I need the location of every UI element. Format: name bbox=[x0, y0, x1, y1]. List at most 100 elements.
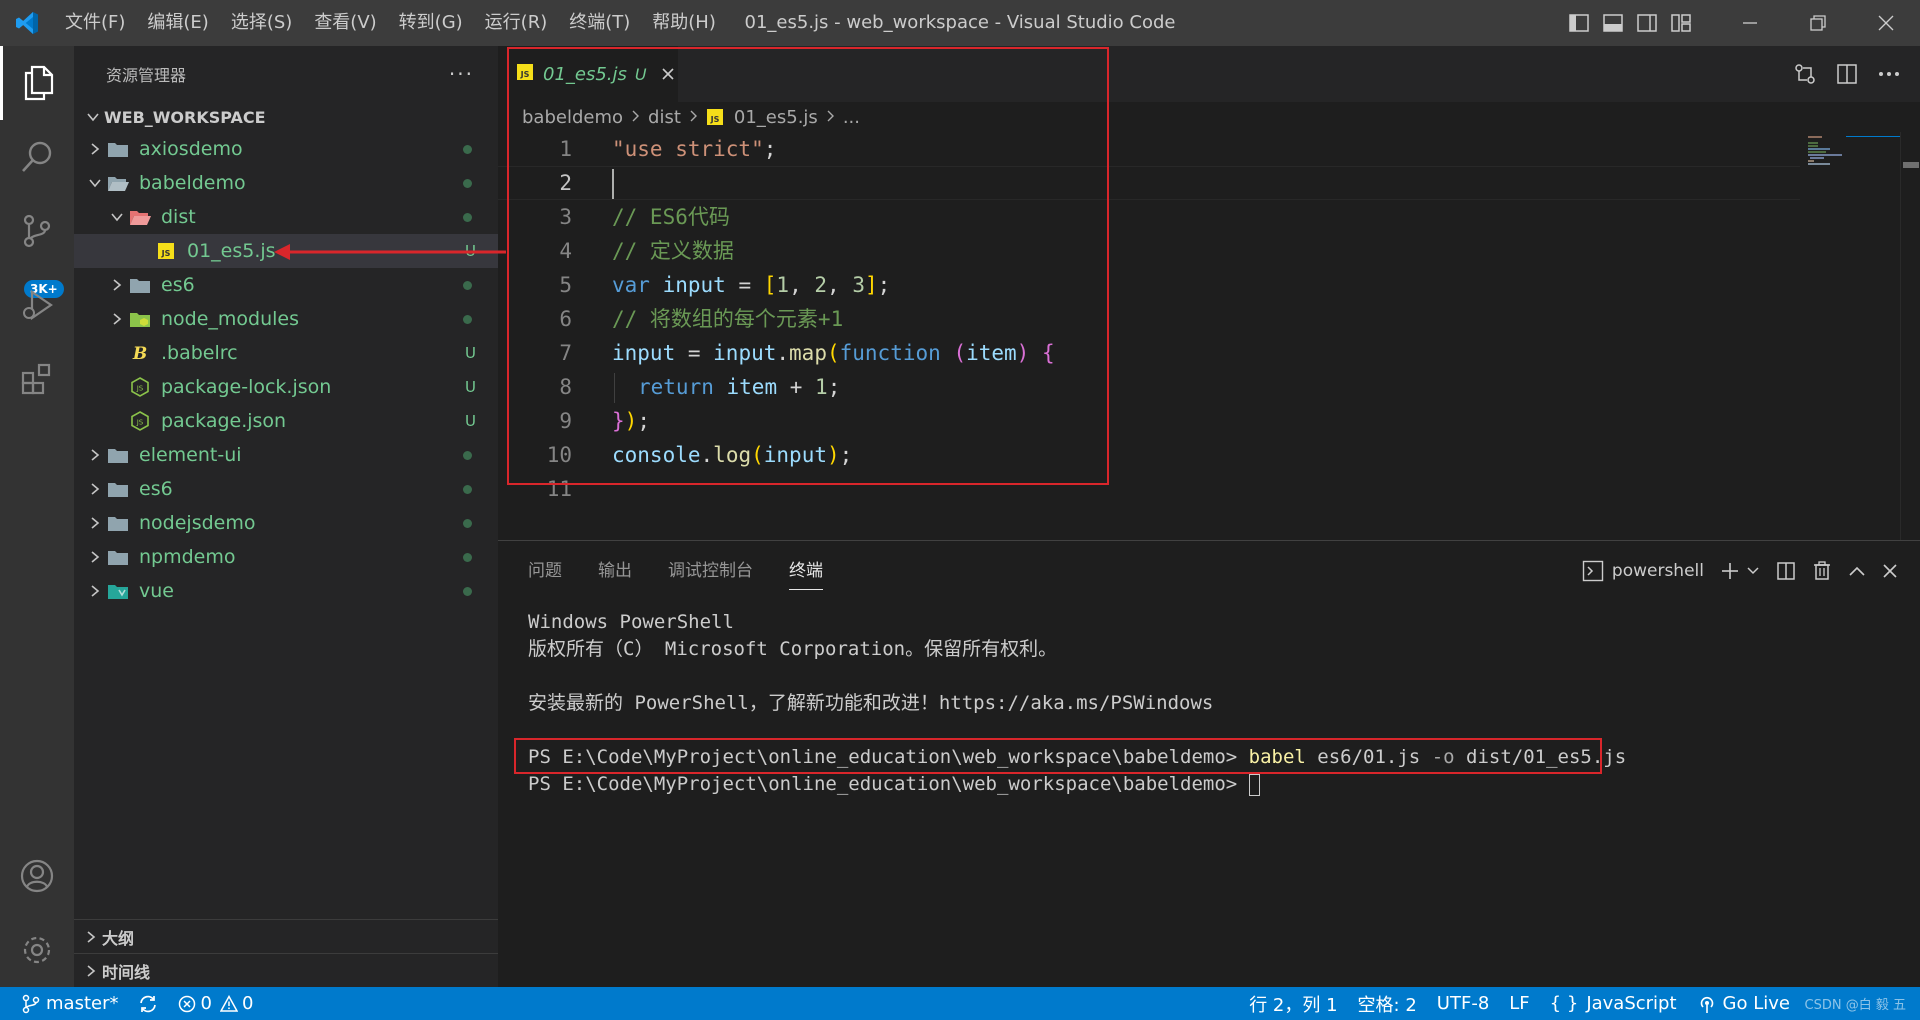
menu-bar: 文件(F) 编辑(E) 选择(S) 查看(V) 转到(G) 运行(R) 终端(T… bbox=[54, 0, 727, 46]
split-editor-button[interactable] bbox=[1830, 58, 1864, 90]
code-token: [ bbox=[763, 273, 777, 297]
tree-item-babeldemo[interactable]: babeldemo bbox=[74, 166, 498, 200]
tree-item-package-json[interactable]: JS package.json U bbox=[74, 404, 498, 438]
tree-item-npmdemo[interactable]: npmdemo bbox=[74, 540, 498, 574]
more-actions-button[interactable]: ··· bbox=[449, 62, 474, 86]
code-token: ( bbox=[953, 341, 967, 365]
terminal-selector[interactable]: powershell bbox=[1574, 541, 1712, 601]
code-token: input bbox=[763, 443, 827, 467]
code-token: . bbox=[700, 443, 714, 467]
sync-icon bbox=[140, 995, 157, 1012]
minimap[interactable] bbox=[1800, 132, 1900, 540]
outline-section[interactable]: 大纲 bbox=[74, 919, 498, 953]
tree-item-nodejsdemo[interactable]: nodejsdemo bbox=[74, 506, 498, 540]
cursor-position[interactable]: 行 2，列 1 bbox=[1239, 987, 1347, 1020]
svg-text:JS: JS bbox=[136, 385, 144, 393]
editor-tab-bar: JS 01_es5.js U bbox=[498, 46, 1920, 102]
tab-terminal[interactable]: 终端 bbox=[789, 552, 823, 590]
open-changes-button[interactable] bbox=[1788, 58, 1822, 90]
indentation[interactable]: 空格: 2 bbox=[1348, 987, 1427, 1020]
timeline-section[interactable]: 时间线 bbox=[74, 953, 498, 987]
menu-help[interactable]: 帮助(H) bbox=[641, 0, 727, 46]
manage-activity[interactable] bbox=[0, 913, 74, 987]
menu-go[interactable]: 转到(G) bbox=[388, 0, 474, 46]
compare-changes-icon bbox=[1795, 64, 1815, 84]
customize-layout-button[interactable] bbox=[1664, 0, 1698, 46]
tree-item-es6-root[interactable]: es6 bbox=[74, 472, 498, 506]
code-token: { bbox=[1041, 341, 1055, 365]
menu-terminal[interactable]: 终端(T) bbox=[558, 0, 641, 46]
menu-run[interactable]: 运行(R) bbox=[474, 0, 559, 46]
close-panel-button[interactable] bbox=[1874, 541, 1906, 601]
maximize-panel-button[interactable] bbox=[1840, 541, 1874, 601]
source-control-activity[interactable] bbox=[0, 194, 74, 268]
minimize-button[interactable] bbox=[1716, 0, 1784, 46]
editor-more-actions-button[interactable] bbox=[1872, 58, 1906, 90]
menu-selection[interactable]: 选择(S) bbox=[220, 0, 303, 46]
editor-tab-01-es5-js[interactable]: JS 01_es5.js U bbox=[498, 46, 678, 102]
tree-item-element-ui[interactable]: element-ui bbox=[74, 438, 498, 472]
tab-debug-console[interactable]: 调试控制台 bbox=[668, 541, 753, 601]
menu-file[interactable]: 文件(F) bbox=[54, 0, 136, 46]
tree-item-axiosdemo[interactable]: axiosdemo bbox=[74, 132, 498, 166]
chevron-down-icon bbox=[84, 177, 106, 189]
code-token: , bbox=[789, 273, 815, 297]
tree-item-babelrc[interactable]: B .babelrc U bbox=[74, 336, 498, 370]
code-token: ; bbox=[827, 375, 841, 399]
run-debug-activity[interactable] bbox=[0, 268, 74, 342]
encoding[interactable]: UTF-8 bbox=[1427, 987, 1499, 1020]
tab-problems[interactable]: 问题 bbox=[528, 541, 562, 601]
end-of-line[interactable]: LF bbox=[1499, 987, 1539, 1020]
tree-item-label: element-ui bbox=[139, 444, 242, 466]
tree-item-node-modules[interactable]: node_modules bbox=[74, 302, 498, 336]
editor-scrollbar[interactable] bbox=[1900, 132, 1920, 540]
close-window-button[interactable] bbox=[1852, 0, 1920, 46]
js-file-icon: JS bbox=[154, 240, 178, 262]
extensions-activity[interactable] bbox=[0, 342, 74, 416]
panel-actions: powershell bbox=[1574, 541, 1906, 601]
tree-item-vue[interactable]: vue bbox=[74, 574, 498, 608]
chevron-right-icon bbox=[84, 516, 106, 530]
breadcrumb-item[interactable]: dist bbox=[648, 107, 681, 128]
kill-terminal-button[interactable] bbox=[1804, 541, 1840, 601]
workspace-header[interactable]: WEB_WORKSPACE bbox=[74, 102, 498, 132]
tree-item-es6[interactable]: es6 bbox=[74, 268, 498, 302]
terminal-prompt: PS E:\Code\MyProject\online_education\we… bbox=[528, 746, 1249, 768]
tree-item-label: es6 bbox=[139, 478, 173, 500]
code-line: 8 return item + 1; bbox=[498, 370, 1800, 404]
branch-name: master* bbox=[46, 993, 119, 1014]
tree-item-dist[interactable]: dist bbox=[74, 200, 498, 234]
breadcrumb-item[interactable]: ... bbox=[843, 107, 860, 128]
git-status-dot bbox=[463, 280, 472, 290]
breadcrumb-item[interactable]: 01_es5.js bbox=[734, 107, 818, 128]
code-line: 1 "use strict"; bbox=[498, 132, 1800, 166]
branch-status[interactable]: master* bbox=[0, 987, 128, 1020]
tree-item-label: package-lock.json bbox=[161, 376, 332, 398]
toggle-secondary-sidebar-button[interactable] bbox=[1630, 0, 1664, 46]
code-token: ] bbox=[864, 273, 878, 297]
git-status-dot bbox=[463, 484, 472, 494]
problems-status[interactable]: 0 0 bbox=[168, 987, 263, 1020]
sync-button[interactable] bbox=[128, 987, 168, 1020]
search-activity[interactable] bbox=[0, 120, 74, 194]
terminal-output[interactable]: Windows PowerShell 版权所有（C） Microsoft Cor… bbox=[528, 609, 1626, 798]
tab-output[interactable]: 输出 bbox=[598, 541, 632, 601]
code-editor[interactable]: 1 "use strict"; 2 3 // ES6代码 4 // 定义数据 5… bbox=[498, 132, 1800, 506]
go-live-label: Go Live bbox=[1722, 993, 1790, 1014]
toggle-primary-sidebar-button[interactable] bbox=[1562, 0, 1596, 46]
tree-item-label: .babelrc bbox=[161, 342, 238, 364]
tree-item-package-lock-json[interactable]: JS package-lock.json U bbox=[74, 370, 498, 404]
menu-edit[interactable]: 编辑(E) bbox=[136, 0, 219, 46]
language-mode[interactable]: { } JavaScript bbox=[1540, 987, 1687, 1020]
toggle-panel-button[interactable] bbox=[1596, 0, 1630, 46]
accounts-activity[interactable] bbox=[0, 839, 74, 913]
new-terminal-button[interactable] bbox=[1712, 541, 1768, 601]
menu-view[interactable]: 查看(V) bbox=[303, 0, 387, 46]
breadcrumb-item[interactable]: babeldemo bbox=[522, 107, 623, 128]
tab-close-icon[interactable] bbox=[661, 62, 675, 87]
explorer-activity[interactable] bbox=[0, 46, 74, 120]
restore-button[interactable] bbox=[1784, 0, 1852, 46]
split-terminal-button[interactable] bbox=[1768, 541, 1804, 601]
code-token: ; bbox=[877, 273, 891, 297]
